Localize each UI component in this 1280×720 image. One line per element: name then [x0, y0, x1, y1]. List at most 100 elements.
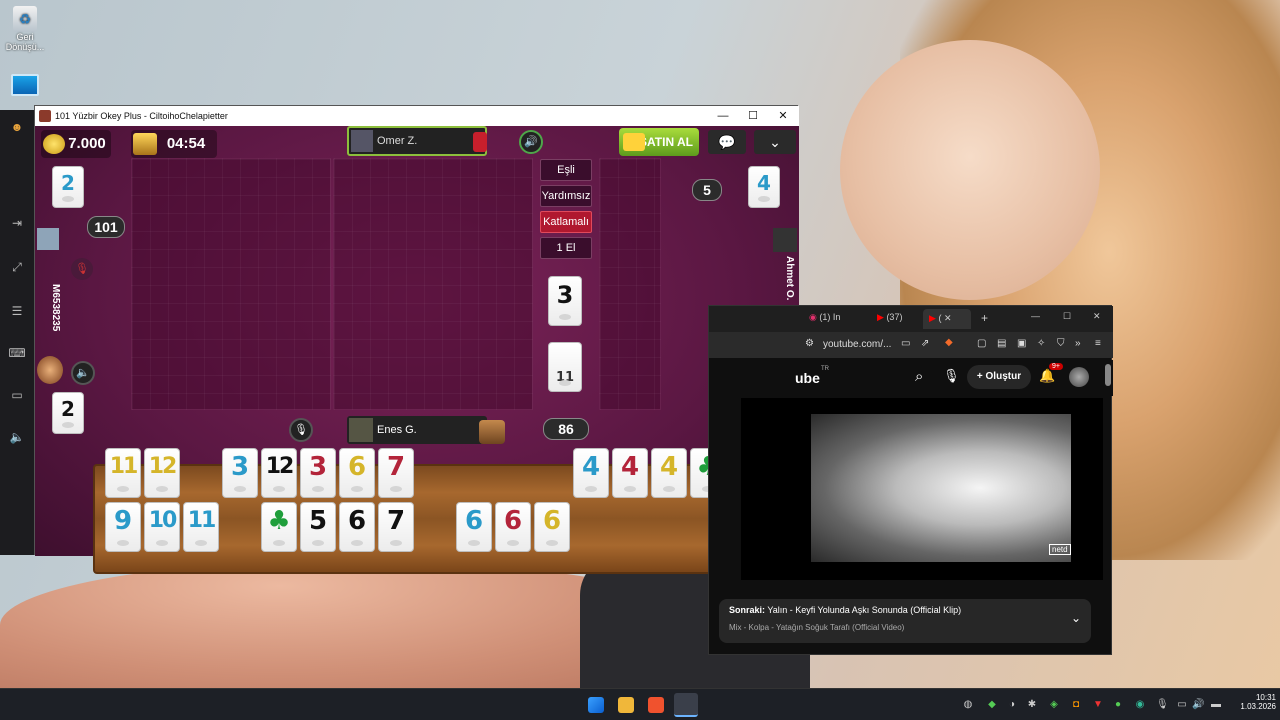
- url-field[interactable]: youtube.com/...: [823, 339, 891, 350]
- rack-tile-top-5[interactable]: 6: [339, 448, 375, 498]
- discard-tile-top-right[interactable]: 4: [748, 166, 780, 208]
- this-pc-shortcut[interactable]: [0, 74, 50, 96]
- tray-battery-icon[interactable]: ▬: [1210, 699, 1222, 711]
- file-explorer-icon[interactable]: [618, 697, 634, 713]
- rack-tile-top-6[interactable]: 7: [378, 448, 414, 498]
- menu-dropdown-button[interactable]: ⌄: [754, 130, 796, 154]
- expand-chevron-icon[interactable]: ⌄: [1071, 611, 1081, 625]
- rack-tile-top-4[interactable]: 3: [300, 448, 336, 498]
- create-button[interactable]: + Oluştur: [967, 365, 1031, 389]
- buy-button[interactable]: SATIN AL: [619, 128, 699, 156]
- rack-tile-bottom-2[interactable]: 11: [183, 502, 219, 552]
- close-tab-icon[interactable]: ✕: [944, 313, 952, 323]
- voice-search-icon[interactable]: 🎙: [943, 368, 960, 384]
- tab-instagram[interactable]: ◉ (1) In: [809, 312, 857, 326]
- bottom-player-avatar: [349, 418, 373, 442]
- tray-app-icon-3[interactable]: ✱: [1026, 699, 1038, 711]
- tab-youtube-active[interactable]: ▶ ( ✕: [923, 309, 971, 329]
- rack-tile-top-0[interactable]: 11: [105, 448, 141, 498]
- rack-tile-bottom-3[interactable]: ♣: [261, 502, 297, 552]
- top-speaker-button[interactable]: 🔊: [519, 130, 543, 154]
- label-icon[interactable]: ▭: [8, 388, 26, 404]
- notifications-bell-icon[interactable]: 🔔: [1039, 368, 1055, 384]
- mic-muted-icon[interactable]: 🎙: [71, 258, 93, 280]
- start-windows-icon[interactable]: [588, 697, 604, 713]
- tray-app-icon-2[interactable]: ◑: [1006, 699, 1018, 711]
- app-avatar-icon[interactable]: ☻: [8, 120, 26, 136]
- chat-button[interactable]: 💬: [708, 130, 746, 154]
- tray-network-icon[interactable]: ▭: [1176, 699, 1188, 711]
- rack-tile-top-3[interactable]: 12: [261, 448, 297, 498]
- recycle-bin-shortcut[interactable]: ♻ Geri Dönüşü...: [0, 6, 50, 52]
- rack-tile-bottom-9[interactable]: 6: [534, 502, 570, 552]
- rack-tile-bottom-7[interactable]: 6: [456, 502, 492, 552]
- rack-tile-bottom-5[interactable]: 6: [339, 502, 375, 552]
- top-player-avatar: [351, 130, 373, 152]
- extension-icon[interactable]: ▢: [977, 338, 986, 349]
- rack-tile-top-2[interactable]: 3: [222, 448, 258, 498]
- site-info-icon[interactable]: ⚙: [805, 338, 814, 349]
- recycle-bin-label: Geri Dönüşü...: [5, 32, 45, 52]
- rack-tile-bottom-4[interactable]: 5: [300, 502, 336, 552]
- discard-tile-top-left[interactable]: 2: [52, 166, 84, 208]
- share-icon[interactable]: ⇗: [921, 338, 929, 349]
- rack-tile-top-9[interactable]: 4: [651, 448, 687, 498]
- tab-youtube-1[interactable]: ▶ (37): [877, 312, 921, 326]
- brave-shield-icon[interactable]: ◆: [945, 337, 953, 348]
- tray-app-icon-1[interactable]: ◍: [962, 699, 974, 711]
- wallpaper-face: [840, 40, 1100, 300]
- browser-close-button[interactable]: ✕: [1093, 311, 1101, 322]
- taskbar-clock[interactable]: 10:31 1.03.2026: [1226, 693, 1276, 711]
- tray-app-icon-7[interactable]: ●: [1112, 699, 1124, 711]
- rack-tile-top-7[interactable]: 4: [573, 448, 609, 498]
- rack-tile-top-1[interactable]: 12: [144, 448, 180, 498]
- account-avatar[interactable]: [1069, 367, 1089, 387]
- wallet-icon[interactable]: ▣: [1017, 338, 1026, 349]
- deck-pile[interactable]: 11: [548, 342, 582, 392]
- video-frame[interactable]: [811, 414, 1071, 562]
- rack-tile-bottom-0[interactable]: 9: [105, 502, 141, 552]
- up-next-card[interactable]: Sonraki: Yalın - Keyfi Yolunda Aşkı Sonu…: [719, 599, 1091, 643]
- maximize-button[interactable]: ☐: [738, 106, 768, 126]
- tray-app-icon-4[interactable]: ◈: [1048, 699, 1060, 711]
- search-icon[interactable]: ⌕: [915, 368, 923, 385]
- page-scrollbar[interactable]: [1105, 364, 1111, 386]
- brave-browser-icon[interactable]: [648, 697, 664, 713]
- browser-minimize-button[interactable]: —: [1031, 311, 1040, 321]
- tray-app-icon-6[interactable]: ▼: [1092, 699, 1104, 711]
- resize-icon[interactable]: ⤢: [8, 260, 26, 276]
- left-speaker-button[interactable]: 🔈: [71, 361, 95, 385]
- keyboard-icon[interactable]: ⌨: [8, 346, 26, 362]
- minimize-button[interactable]: —: [708, 106, 738, 126]
- tray-app-icon-5[interactable]: ◘: [1070, 699, 1082, 711]
- settings-sliders-icon[interactable]: ☰: [8, 304, 26, 320]
- discard-tile-bottom-left[interactable]: 2: [52, 392, 84, 434]
- vpn-shield-icon[interactable]: ⛉: [1057, 338, 1065, 349]
- sidebar-icon[interactable]: ▤: [997, 338, 1006, 349]
- tray-mic-icon[interactable]: 🎙: [1156, 699, 1169, 711]
- youtube-logo[interactable]: ube: [795, 370, 820, 386]
- microphone-button[interactable]: 🎙: [289, 418, 313, 442]
- tray-volume-icon[interactable]: 🔊: [1192, 699, 1204, 711]
- volume-icon[interactable]: 🔈: [8, 430, 26, 446]
- okey-game-taskbar-icon[interactable]: [674, 693, 698, 717]
- coins-icon: [43, 134, 65, 154]
- rack-tile-bottom-8[interactable]: 6: [495, 502, 531, 552]
- more-chevrons-icon[interactable]: »: [1075, 338, 1081, 349]
- rack-tile-bottom-1[interactable]: 10: [144, 502, 180, 552]
- close-button[interactable]: ✕: [768, 106, 798, 126]
- youtube-icon: ▶: [877, 312, 884, 322]
- browser-maximize-button[interactable]: ☐: [1063, 311, 1071, 322]
- browser-menu-icon[interactable]: ≡: [1095, 338, 1101, 349]
- new-tab-button[interactable]: +: [981, 311, 988, 325]
- discard-area-right: [599, 158, 661, 410]
- rack-tile-bottom-6[interactable]: 7: [378, 502, 414, 552]
- tray-app-icon-8[interactable]: ◉: [1134, 699, 1146, 711]
- leo-ai-icon[interactable]: ✧: [1037, 338, 1045, 349]
- tray-nvidia-icon[interactable]: ◆: [986, 699, 998, 711]
- gift-chest-icon[interactable]: [479, 420, 505, 444]
- cast-icon[interactable]: ▭: [901, 338, 910, 349]
- game-window: 101 Yüzbir Okey Plus - CiltoihoChelapiet…: [34, 105, 799, 574]
- login-icon[interactable]: ⇥: [8, 216, 26, 232]
- rack-tile-top-8[interactable]: 4: [612, 448, 648, 498]
